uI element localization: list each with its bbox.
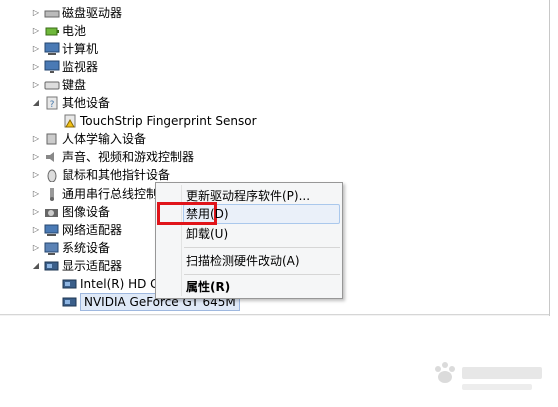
expand-arrow-icon[interactable]: ▷ [31,76,41,94]
menu-separator [184,274,340,275]
tree-item-label: 键盘 [62,78,87,93]
display-adapter-icon [62,295,78,309]
tree-item-label: 显示适配器 [62,258,123,273]
horizontal-scrollbar[interactable] [0,314,549,316]
expand-arrow-icon[interactable]: ▷ [31,40,41,58]
tree-item-label: 监视器 [62,60,99,75]
tree-item-label: 人体学输入设备 [62,132,147,147]
expand-arrow-icon[interactable]: ▷ [31,130,41,148]
context-menu: 更新驱动程序软件(P)... 禁用(D) 卸载(U) 扫描检测硬件改动(A) 属… [155,182,343,299]
menu-item-properties[interactable]: 属性(R) [156,277,342,297]
menu-item-label: 扫描检测硬件改动(A) [186,254,300,268]
tree-item-label: 计算机 [62,42,99,57]
tree-item-label: 其他设备 [62,96,111,111]
collapse-arrow-icon[interactable]: ◢ [31,257,41,275]
sound-icon [44,150,60,164]
tree-item-label: 图像设备 [62,204,111,219]
tree-item-label: 通用串行总线控制器 [62,186,171,201]
expand-arrow-icon[interactable]: ▷ [31,203,41,221]
tree-item-label: TouchStrip Fingerprint Sensor [80,114,257,129]
camera-icon [44,205,60,219]
expand-arrow-icon[interactable]: ▷ [31,58,41,76]
network-icon [44,223,60,237]
usb-icon [44,187,60,201]
battery-icon [44,24,60,38]
svg-text:?: ? [50,100,55,110]
tree-item-label: 电池 [62,24,87,39]
tree-item-label: 系统设备 [62,240,111,255]
computer-icon [44,42,60,56]
system-icon [44,241,60,255]
tree-item-label: 鼠标和其他指针设备 [62,168,171,183]
menu-item-label: 卸载(U) [186,227,229,241]
warning-device-icon [62,114,78,128]
menu-item-scan-hardware[interactable]: 扫描检测硬件改动(A) [156,251,342,271]
menu-separator [184,247,340,248]
expand-arrow-icon[interactable]: ▷ [31,166,41,184]
menu-item-uninstall[interactable]: 卸载(U) [156,224,342,244]
hid-icon [44,132,60,146]
monitor-icon [44,60,60,74]
display-adapter-icon [44,259,60,273]
menu-item-label: 禁用(D) [186,207,229,221]
keyboard-icon [44,78,60,92]
mouse-icon [44,168,60,183]
display-adapter-icon [62,277,78,291]
expand-arrow-icon[interactable]: ▷ [31,221,41,239]
expand-arrow-icon[interactable]: ▷ [31,239,41,257]
collapse-arrow-icon[interactable]: ◢ [31,94,41,112]
disk-drive-icon [44,6,60,20]
expand-arrow-icon[interactable]: ▷ [31,148,41,166]
expand-arrow-icon[interactable]: ▷ [31,22,41,40]
expand-arrow-icon[interactable]: ▷ [31,185,41,203]
tree-item-label: 声音、视频和游戏控制器 [62,150,195,165]
tree-item-label: 网络适配器 [62,222,123,237]
menu-item-label: 属性(R) [186,280,231,294]
other-devices-icon: ? [44,96,60,110]
expand-arrow-icon[interactable]: ▷ [31,4,41,22]
tree-item-label: 磁盘驱动器 [62,6,123,20]
baidu-watermark-logo [435,362,542,390]
